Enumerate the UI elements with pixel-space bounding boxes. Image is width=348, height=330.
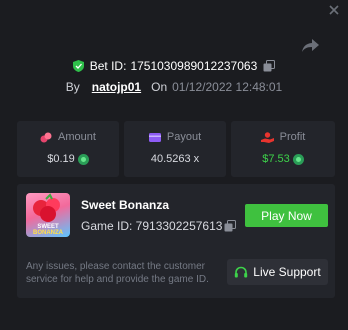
bet-id-value: 1751030989012237063 xyxy=(130,59,258,73)
wallet-icon xyxy=(148,132,161,142)
stat-profit-label: Profit xyxy=(279,131,306,143)
stat-profit-value: $7.53 xyxy=(262,153,290,165)
close-icon xyxy=(328,5,339,15)
live-support-button[interactable]: Live Support xyxy=(227,259,328,285)
hand-coin-icon xyxy=(260,131,274,143)
support-message: Any issues, please contact the customer … xyxy=(26,261,209,285)
play-now-button[interactable]: Play Now xyxy=(245,204,328,227)
stat-payout-value: 40.5263 x xyxy=(150,153,200,165)
close-button[interactable] xyxy=(319,0,348,20)
headset-icon xyxy=(235,266,248,277)
by-label: By xyxy=(65,80,80,94)
on-label: On xyxy=(151,80,168,94)
bet-id-label: Bet ID: xyxy=(89,59,127,73)
share-button[interactable] xyxy=(301,36,321,54)
stat-profit: Profit $7.53 xyxy=(231,121,335,177)
game-id: Game ID: 7913302257613 xyxy=(81,219,223,233)
copy-game-id-icon[interactable] xyxy=(224,220,236,232)
game-card: SWEET BONANZA Sweet Bonanza Game ID: 791… xyxy=(17,184,335,298)
stat-payout: Payout 40.5263 x xyxy=(124,121,226,177)
copy-icon[interactable] xyxy=(263,60,276,72)
live-support-label: Live Support xyxy=(253,265,321,279)
currency-coin-icon xyxy=(77,153,89,165)
coins-icon xyxy=(40,132,52,142)
bet-author-row: By natojp01 On 01/12/2022 12:48:01 xyxy=(0,80,348,94)
shield-check-icon xyxy=(72,60,84,72)
game-title: Sweet Bonanza xyxy=(81,198,170,212)
bet-id-row: Bet ID: 1751030989012237063 xyxy=(0,59,348,73)
stat-amount-label: Amount xyxy=(58,131,96,143)
bet-date: 01/12/2022 12:48:01 xyxy=(172,80,283,94)
game-thumbnail-art: SWEET BONANZA xyxy=(33,193,64,236)
stat-amount-value: $0.19 xyxy=(47,153,75,165)
username-link[interactable]: natojp01 xyxy=(92,80,141,94)
currency-coin-icon xyxy=(292,153,304,165)
share-icon xyxy=(302,39,319,52)
thumb-label-bonanza: BONANZA xyxy=(33,230,64,236)
game-thumbnail[interactable]: SWEET BONANZA xyxy=(26,193,70,237)
stat-payout-label: Payout xyxy=(166,131,202,143)
stat-amount: Amount $0.19 xyxy=(17,121,119,177)
